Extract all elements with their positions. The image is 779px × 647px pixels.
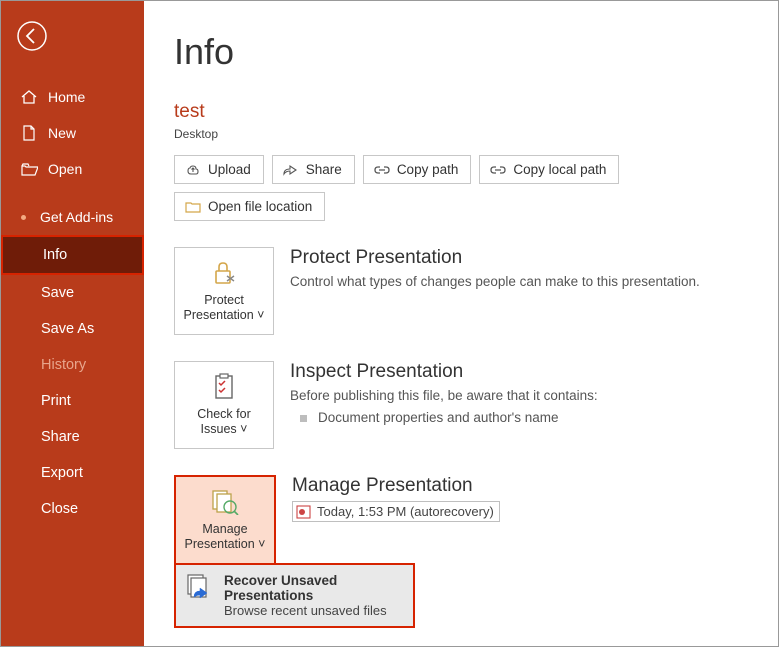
sidebar-item-print[interactable]: Print [1, 383, 144, 419]
page-title: Info [174, 31, 756, 73]
sidebar-item-save[interactable]: Save [1, 275, 144, 311]
manage-section: ManagePresentation ˅ Manage Presentation… [174, 475, 756, 565]
presentation-icon [296, 505, 311, 519]
recover-icon [186, 573, 214, 603]
recovery-label: Today, 1:53 PM (autorecovery) [317, 504, 494, 519]
protect-body: Protect Presentation Control what types … [290, 247, 700, 335]
sidebar-item-label: Open [48, 161, 82, 177]
sidebar-item-label: Save [41, 285, 74, 301]
lock-icon [208, 259, 240, 287]
link-icon [490, 163, 506, 177]
recover-unsaved-menuitem[interactable]: Recover Unsaved Presentations Browse rec… [174, 563, 415, 628]
section-heading: Inspect Presentation [290, 361, 598, 383]
check-issues-tile[interactable]: Check forIssues ˅ [174, 361, 274, 449]
main-content: Info test Desktop Upload Share Copy path… [144, 1, 778, 646]
home-icon [20, 89, 38, 105]
sidebar-item-label: Export [41, 465, 83, 481]
sidebar-item-label: Home [48, 89, 85, 105]
manage-body: Manage Presentation Today, 1:53 PM (auto… [292, 475, 500, 565]
sidebar-item-label: History [41, 357, 86, 373]
copy-local-path-button[interactable]: Copy local path [479, 155, 619, 184]
action-buttons: Upload Share Copy path Copy local path O… [174, 155, 756, 221]
sidebar-item-history: History [1, 347, 144, 383]
sidebar-item-label: Share [41, 429, 80, 445]
link-icon [374, 163, 390, 177]
section-heading: Manage Presentation [292, 475, 500, 497]
open-location-button[interactable]: Open file location [174, 192, 325, 221]
sidebar-item-info[interactable]: Info [1, 235, 144, 275]
sidebar-item-saveas[interactable]: Save As [1, 311, 144, 347]
sidebar-item-label: Info [43, 247, 67, 263]
sidebar-item-close[interactable]: Close [1, 491, 144, 527]
protect-section: ProtectPresentation ˅ Protect Presentati… [174, 247, 756, 335]
upload-button[interactable]: Upload [174, 155, 264, 184]
sidebar-item-label: Save As [41, 321, 94, 337]
chevron-down-icon: ˅ [258, 537, 265, 551]
back-button[interactable] [15, 19, 49, 53]
sidebar-item-export[interactable]: Export [1, 455, 144, 491]
protect-presentation-tile[interactable]: ProtectPresentation ˅ [174, 247, 274, 335]
sidebar-item-label: Get Add-ins [40, 209, 113, 225]
share-icon [283, 163, 299, 177]
button-label: Upload [208, 162, 251, 177]
sidebar-item-addins[interactable]: Get Add-ins [1, 199, 144, 235]
dropdown-title: Recover Unsaved Presentations [224, 573, 403, 603]
sidebar-item-label: Close [41, 501, 78, 517]
dot-icon [21, 215, 26, 220]
file-name: test [174, 101, 756, 123]
sidebar-item-open[interactable]: Open [1, 151, 144, 187]
button-label: Copy local path [513, 162, 606, 177]
button-label: Share [306, 162, 342, 177]
backstage-sidebar: Home New Open Get Add-ins Info Save Save… [1, 1, 144, 646]
sidebar-item-label: Print [41, 393, 71, 409]
chevron-down-icon: ˅ [240, 422, 247, 436]
button-label: Copy path [397, 162, 459, 177]
copy-path-button[interactable]: Copy path [363, 155, 472, 184]
upload-icon [185, 163, 201, 177]
autorecovery-item[interactable]: Today, 1:53 PM (autorecovery) [292, 501, 500, 522]
dropdown-subtitle: Browse recent unsaved files [224, 603, 403, 618]
manage-presentation-tile[interactable]: ManagePresentation ˅ [174, 475, 276, 565]
checklist-icon [208, 373, 240, 401]
folder-icon [185, 200, 201, 214]
new-icon [20, 125, 38, 141]
open-icon [20, 161, 38, 177]
section-text: Before publishing this file, be aware th… [290, 387, 598, 406]
button-label: Open file location [208, 199, 312, 214]
file-path: Desktop [174, 127, 756, 141]
sidebar-item-new[interactable]: New [1, 115, 144, 151]
documents-icon [209, 488, 241, 516]
inspect-body: Inspect Presentation Before publishing t… [290, 361, 598, 449]
section-heading: Protect Presentation [290, 247, 700, 269]
inspect-section: Check forIssues ˅ Inspect Presentation B… [174, 361, 756, 449]
chevron-down-icon: ˅ [257, 308, 264, 322]
sidebar-item-share[interactable]: Share [1, 419, 144, 455]
inspect-item: Document properties and author's name [290, 410, 598, 425]
sidebar-item-home[interactable]: Home [1, 79, 144, 115]
section-text: Control what types of changes people can… [290, 273, 700, 292]
share-button[interactable]: Share [272, 155, 355, 184]
sidebar-item-label: New [48, 125, 76, 141]
